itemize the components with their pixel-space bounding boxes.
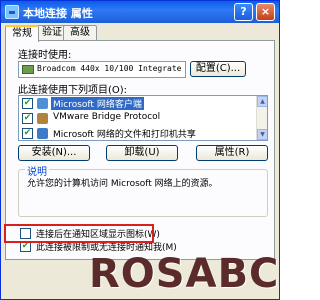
checkbox[interactable]: ✔: [22, 113, 33, 124]
list-item[interactable]: ✔ Microsoft 网络的文件和打印机共享: [19, 126, 257, 140]
tab-advanced[interactable]: 高级: [63, 25, 97, 41]
list-item[interactable]: ✔ Microsoft 网络客户端: [19, 96, 257, 111]
tab-general[interactable]: 常规: [5, 25, 39, 42]
checkbox[interactable]: ✔: [22, 98, 33, 109]
help-button[interactable]: ?: [234, 3, 253, 21]
connect-using-label: 连接时使用:: [18, 50, 72, 61]
adapter-field: Broadcom 440x 10/100 Integrate: [18, 61, 186, 78]
list-item-label: VMware Bridge Protocol: [53, 112, 161, 122]
properties-button[interactable]: 属性(R): [196, 145, 268, 161]
description-group: 说明 允许您的计算机访问 Microsoft 网络上的资源。: [18, 163, 268, 217]
file-share-icon: [37, 128, 48, 139]
list-item[interactable]: ✔ VMware Bridge Protocol: [19, 111, 257, 126]
description-text: 允许您的计算机访问 Microsoft 网络上的资源。: [27, 179, 218, 189]
network-client-icon: [37, 98, 48, 109]
protocol-icon: [37, 113, 48, 124]
highlight-box: [4, 224, 154, 243]
watermark-logo: ROSABC: [89, 251, 280, 297]
install-button[interactable]: 安装(N)...: [18, 145, 90, 161]
scroll-down-icon[interactable]: ▼: [257, 129, 267, 140]
list-scrollbar[interactable]: ▲ ▼: [256, 96, 267, 140]
list-item-label: Microsoft 网络的文件和打印机共享: [53, 130, 196, 140]
properties-window: 本地连接 属性 ? × 常规 验证 高级 连接时使用: Broadcom 440…: [0, 0, 280, 300]
configure-button[interactable]: 配置(C)...: [190, 61, 246, 77]
components-label: 此连接使用下列项目(O):: [18, 85, 128, 96]
list-item-label: Microsoft 网络客户端: [51, 97, 144, 110]
uninstall-button[interactable]: 卸载(U): [106, 145, 178, 161]
title-bar: 本地连接 属性 ? ×: [1, 1, 279, 23]
components-list[interactable]: ✔ Microsoft 网络客户端 ✔ VMware Bridge Protoc…: [18, 95, 268, 141]
description-title: 说明: [25, 163, 49, 178]
checkbox[interactable]: ✔: [22, 128, 33, 139]
close-button[interactable]: ×: [256, 3, 275, 21]
scroll-up-icon[interactable]: ▲: [257, 96, 267, 107]
window-title: 本地连接 属性: [23, 7, 93, 20]
network-adapter-icon: [22, 65, 34, 74]
network-connection-icon: [5, 5, 19, 19]
adapter-name: Broadcom 440x 10/100 Integrate: [37, 64, 182, 73]
